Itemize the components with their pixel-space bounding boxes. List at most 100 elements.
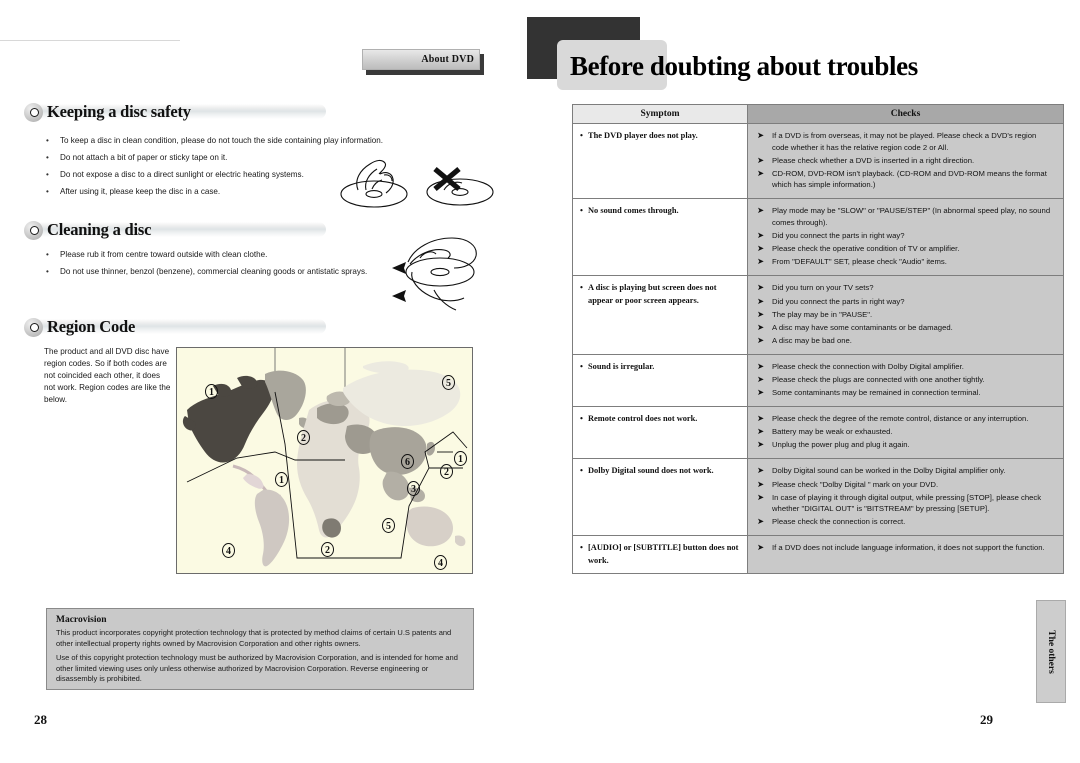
symptom-item: • The DVD player does not play. bbox=[580, 130, 741, 142]
arrow-icon: ➤ bbox=[757, 130, 765, 140]
disc-handling-illustration bbox=[336, 150, 506, 217]
about-dvd-tab: About DVD bbox=[362, 49, 484, 75]
bullet-dot-icon: • bbox=[46, 136, 49, 145]
list-item-text: Please rub it from centre toward outside… bbox=[60, 250, 268, 259]
arrow-icon: ➤ bbox=[757, 243, 765, 254]
cleaning-illustration-svg bbox=[392, 237, 477, 311]
arrow-icon: ➤ bbox=[757, 516, 765, 527]
region-marker: 6 bbox=[401, 454, 414, 469]
check-item: ➤ In case of playing it through digital … bbox=[757, 492, 1055, 515]
symptom-cell: • No sound comes through. bbox=[572, 198, 748, 277]
arrow-icon: ➤ bbox=[757, 465, 765, 476]
table-row: • No sound comes through. ➤ Play mode ma… bbox=[572, 198, 1064, 277]
check-text: Please check the connection with Dolby D… bbox=[772, 361, 964, 371]
check-text: CD-ROM, DVD-ROM isn't playback. (CD-ROM … bbox=[772, 168, 1047, 190]
check-text: A disc may have some contaminants or be … bbox=[772, 322, 953, 332]
bullet-dot-icon: • bbox=[580, 283, 583, 293]
check-text: Did you connect the parts in right way? bbox=[772, 231, 905, 241]
check-item: ➤ Please check the plugs are connected w… bbox=[757, 374, 1055, 386]
table-row: • A disc is playing but screen does not … bbox=[572, 275, 1064, 355]
bullet-dot-icon: • bbox=[580, 361, 583, 371]
list-item-text: Do not use thinner, benzol (benzene), co… bbox=[60, 267, 368, 276]
macrovision-paragraph: This product incorporates copyright prot… bbox=[56, 628, 452, 648]
checks-cell: ➤ Please check the connection with Dolby… bbox=[747, 353, 1064, 408]
region-marker: 3 bbox=[407, 481, 420, 496]
arrow-icon: ➤ bbox=[757, 360, 765, 371]
check-item: ➤ If a DVD is from overseas, it may not … bbox=[757, 130, 1055, 153]
list-item: • Please rub it from centre toward outsi… bbox=[46, 249, 386, 261]
side-thumb-tab-label: The others bbox=[1046, 629, 1056, 674]
region-code-world-map: 1 2 1 4 5 1 2 6 3 5 2 4 bbox=[176, 347, 473, 574]
circle-bullet-icon bbox=[24, 102, 43, 122]
arrow-icon: ➤ bbox=[757, 230, 765, 241]
symptom-item: • A disc is playing but screen does not … bbox=[580, 282, 741, 307]
check-item: ➤ If a DVD does not include language inf… bbox=[757, 542, 1055, 554]
check-text: Please check "Dolby Digital " mark on yo… bbox=[772, 479, 939, 489]
check-item: ➤ Please check the degree of the remote … bbox=[757, 413, 1055, 425]
check-item: ➤ Please check the operative condition o… bbox=[757, 243, 1055, 255]
check-item: ➤ CD-ROM, DVD-ROM isn't playback. (CD-RO… bbox=[757, 168, 1055, 191]
region-marker: 2 bbox=[440, 464, 453, 479]
checks-cell: ➤ If a DVD does not include language inf… bbox=[747, 535, 1064, 575]
check-text: The play may be in "PAUSE". bbox=[772, 309, 873, 319]
check-item: ➤ A disc may be bad one. bbox=[757, 335, 1055, 347]
page-number-right: 29 bbox=[980, 712, 993, 727]
symptom-cell: • Sound is irregular. bbox=[572, 353, 748, 408]
symptom-text: The DVD player does not play. bbox=[588, 131, 698, 140]
region-marker: 4 bbox=[222, 543, 235, 558]
check-item: ➤ Did you connect the parts in right way… bbox=[757, 296, 1055, 308]
check-item: ➤ Did you connect the parts in right way… bbox=[757, 230, 1055, 242]
list-item-text: To keep a disc in clean condition, pleas… bbox=[60, 136, 384, 145]
symptom-text: Sound is irregular. bbox=[588, 361, 655, 371]
check-item: ➤ Please check whether a DVD is inserted… bbox=[757, 155, 1055, 167]
circle-bullet-icon bbox=[24, 220, 43, 240]
world-map-svg bbox=[177, 348, 472, 573]
macrovision-paragraph: Use of this copyright protection technol… bbox=[56, 653, 458, 684]
check-item: ➤ Unplug the power plug and plug it agai… bbox=[757, 439, 1055, 451]
check-item: ➤ Some contaminants may be remained in c… bbox=[757, 387, 1055, 399]
check-text: Battery may be weak or exhausted. bbox=[772, 427, 893, 437]
symptom-cell: • [AUDIO] or [SUBTITLE] button does not … bbox=[572, 535, 748, 575]
check-text: Did you connect the parts in right way? bbox=[772, 296, 905, 306]
bullet-dot-icon: • bbox=[46, 250, 49, 259]
checks-cell: ➤ Play mode may be "SLOW" or "PAUSE/STEP… bbox=[747, 198, 1064, 277]
bullet-dot-icon: • bbox=[580, 206, 583, 216]
table-row: • Dolby Digital sound does not work. ➤ D… bbox=[572, 458, 1064, 537]
arrow-icon: ➤ bbox=[757, 413, 765, 424]
table-row: • Remote control does not work. ➤ Please… bbox=[572, 406, 1064, 460]
checks-cell: ➤ Did you turn on your TV sets? ➤ Did yo… bbox=[747, 275, 1064, 355]
cleaning-disc-list: • Please rub it from centre toward outsi… bbox=[46, 249, 386, 283]
region-marker: 2 bbox=[321, 542, 334, 557]
manual-spread: About DVD Keeping a disc safety • To kee… bbox=[0, 0, 1080, 763]
arrow-icon: ➤ bbox=[757, 308, 765, 319]
arrow-icon: ➤ bbox=[757, 542, 765, 553]
region-marker: 1 bbox=[275, 472, 288, 487]
check-item: ➤ Did you turn on your TV sets? bbox=[757, 282, 1055, 294]
check-text: Please check the connection is correct. bbox=[772, 517, 906, 527]
section-heading-keeping-a-disc-safety: Keeping a disc safety bbox=[24, 100, 326, 124]
symptom-text: Dolby Digital sound does not work. bbox=[588, 466, 714, 476]
arrow-icon: ➤ bbox=[757, 426, 765, 437]
bullet-dot-icon: • bbox=[46, 153, 49, 162]
side-thumb-tab: The others bbox=[1036, 600, 1066, 703]
disc-illustration-svg bbox=[340, 159, 494, 208]
arrow-icon: ➤ bbox=[757, 374, 765, 384]
check-text: Some contaminants may be remained in con… bbox=[772, 388, 981, 398]
troubleshooting-table: Symptom Checks • The DVD player does not… bbox=[572, 104, 1064, 575]
check-item: ➤ Play mode may be "SLOW" or "PAUSE/STEP… bbox=[757, 205, 1055, 228]
region-marker: 2 bbox=[297, 430, 310, 445]
check-text: Please check whether a DVD is inserted i… bbox=[772, 155, 975, 165]
region-marker: 5 bbox=[442, 375, 455, 390]
arrow-icon: ➤ bbox=[757, 334, 765, 345]
symptom-item: • Dolby Digital sound does not work. bbox=[580, 465, 741, 477]
symptom-cell: • Remote control does not work. bbox=[572, 406, 748, 460]
arrow-icon: ➤ bbox=[757, 256, 765, 267]
disc-cleaning-illustration bbox=[390, 228, 510, 325]
symptom-text: [AUDIO] or [SUBTITLE] button does not wo… bbox=[588, 543, 739, 565]
checks-cell: ➤ Please check the degree of the remote … bbox=[747, 406, 1064, 460]
check-text: If a DVD does not include language infor… bbox=[772, 543, 1045, 553]
page-title: Before doubting about troubles bbox=[570, 51, 918, 81]
check-item: ➤ Dolby Digital sound can be worked in t… bbox=[757, 465, 1055, 477]
check-text: Please check the operative condition of … bbox=[772, 244, 960, 254]
symptom-text: Remote control does not work. bbox=[588, 414, 698, 424]
